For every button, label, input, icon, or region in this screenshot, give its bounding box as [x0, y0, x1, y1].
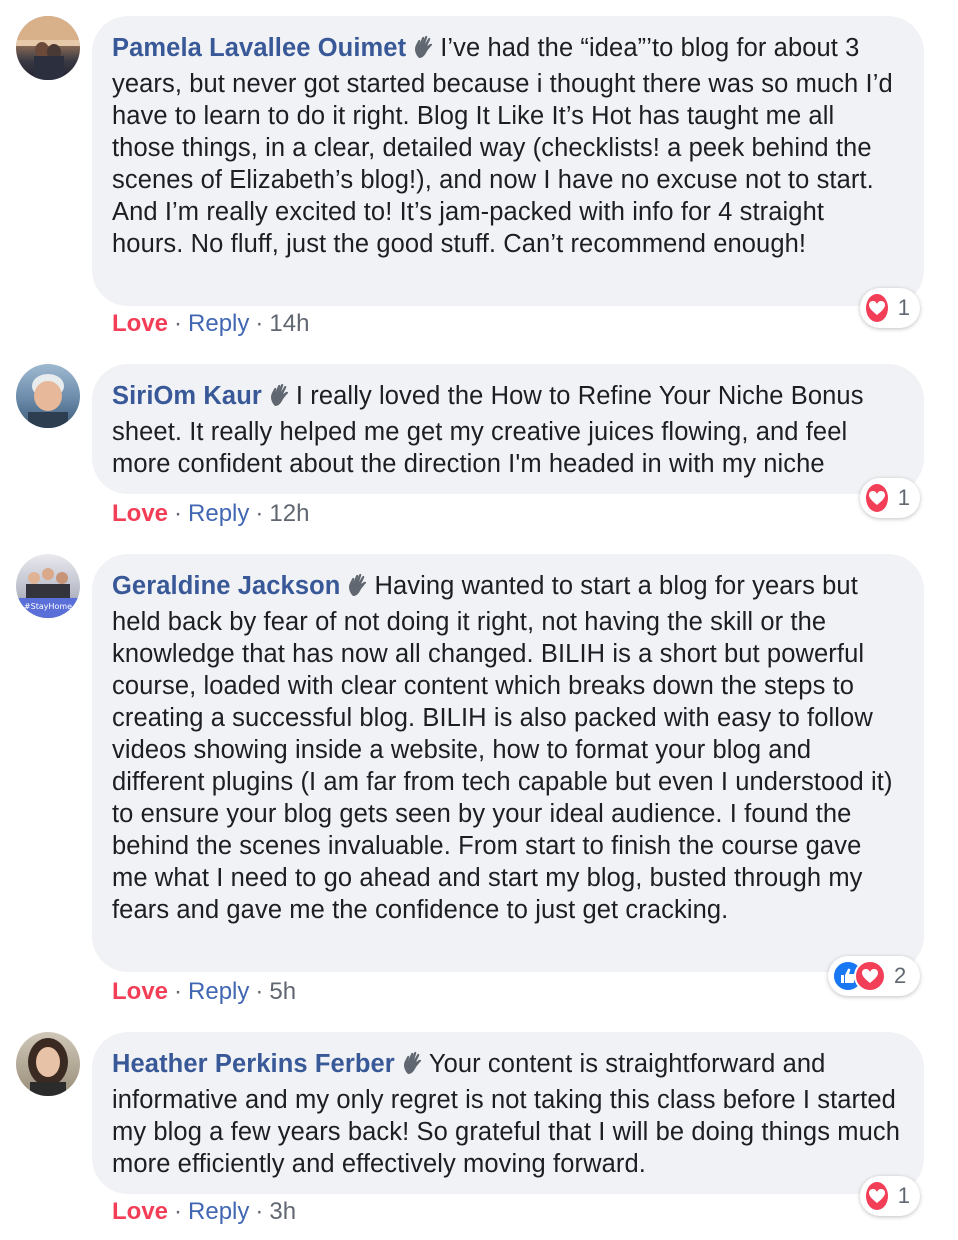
author-name[interactable]: Pamela Lavallee Ouimet: [112, 34, 406, 62]
love-reaction-link[interactable]: Love: [112, 978, 168, 1005]
reply-link[interactable]: Reply: [188, 978, 249, 1005]
reaction-summary[interactable]: 2: [828, 956, 920, 996]
comment-text: Having wanted to start a blog for years …: [112, 572, 893, 924]
author-name[interactable]: Heather Perkins Ferber: [112, 1050, 395, 1078]
avatar[interactable]: #StayHome: [16, 554, 80, 618]
avatar-badge-text: #StayHome: [24, 602, 72, 611]
timestamp[interactable]: 5h: [269, 978, 296, 1005]
reply-link[interactable]: Reply: [188, 1198, 249, 1225]
avatar-photo: [28, 374, 68, 428]
separator: ·: [255, 310, 264, 337]
reaction-count: 1: [897, 1183, 910, 1208]
timestamp[interactable]: 3h: [269, 1198, 296, 1225]
reaction-summary[interactable]: 1: [860, 478, 920, 518]
love-reaction-link[interactable]: Love: [112, 1198, 168, 1225]
love-icon: [864, 482, 890, 514]
reaction-count: 1: [897, 485, 910, 510]
comment-bubble: Pamela Lavallee Ouimet I’ve had the “idea…: [92, 16, 924, 306]
avatar-photo: #StayHome: [16, 568, 80, 618]
separator: ·: [255, 500, 264, 527]
comment-actions: Love · Reply · 5h: [112, 978, 296, 1006]
rising-star-badge-icon: [401, 1050, 425, 1084]
comment-bubble: Heather Perkins Ferber Your content is st…: [92, 1032, 924, 1194]
comment-actions: Love · Reply · 14h: [112, 310, 309, 338]
avatar[interactable]: [16, 16, 80, 80]
reaction-count: 1: [897, 295, 910, 320]
separator: ·: [255, 978, 264, 1005]
author-name[interactable]: Geraldine Jackson: [112, 572, 340, 600]
timestamp[interactable]: 14h: [269, 310, 309, 337]
love-icon: [854, 960, 886, 992]
reaction-summary[interactable]: 1: [860, 1176, 920, 1216]
reply-link[interactable]: Reply: [188, 310, 249, 337]
avatar[interactable]: [16, 364, 80, 428]
love-icon: [864, 292, 890, 324]
reaction-summary[interactable]: 1: [860, 288, 920, 328]
comment-actions: Love · Reply · 12h: [112, 500, 309, 528]
reply-link[interactable]: Reply: [188, 500, 249, 527]
love-reaction-link[interactable]: Love: [112, 500, 168, 527]
avatar-photo: [16, 16, 80, 80]
rising-star-badge-icon: [412, 34, 436, 68]
separator: ·: [174, 500, 183, 527]
comment-bubble: Geraldine Jackson Having wanted to start …: [92, 554, 924, 972]
avatar[interactable]: [16, 1032, 80, 1096]
author-name[interactable]: SiriOm Kaur: [112, 382, 262, 410]
separator: ·: [174, 978, 183, 1005]
love-icon: [864, 1180, 890, 1212]
love-reaction-link[interactable]: Love: [112, 310, 168, 337]
comment-text: I’ve had the “idea”’to blog for about 3 …: [112, 34, 893, 258]
timestamp[interactable]: 12h: [269, 500, 309, 527]
separator: ·: [174, 310, 183, 337]
comment-actions: Love · Reply · 3h: [112, 1198, 296, 1226]
avatar-photo: [28, 1038, 68, 1096]
separator: ·: [174, 1198, 183, 1225]
reaction-count: 2: [894, 963, 907, 988]
rising-star-badge-icon: [346, 572, 370, 606]
rising-star-badge-icon: [268, 382, 292, 416]
separator: ·: [255, 1198, 264, 1225]
comment-bubble: SiriOm Kaur I really loved the How to Ref…: [92, 364, 924, 494]
